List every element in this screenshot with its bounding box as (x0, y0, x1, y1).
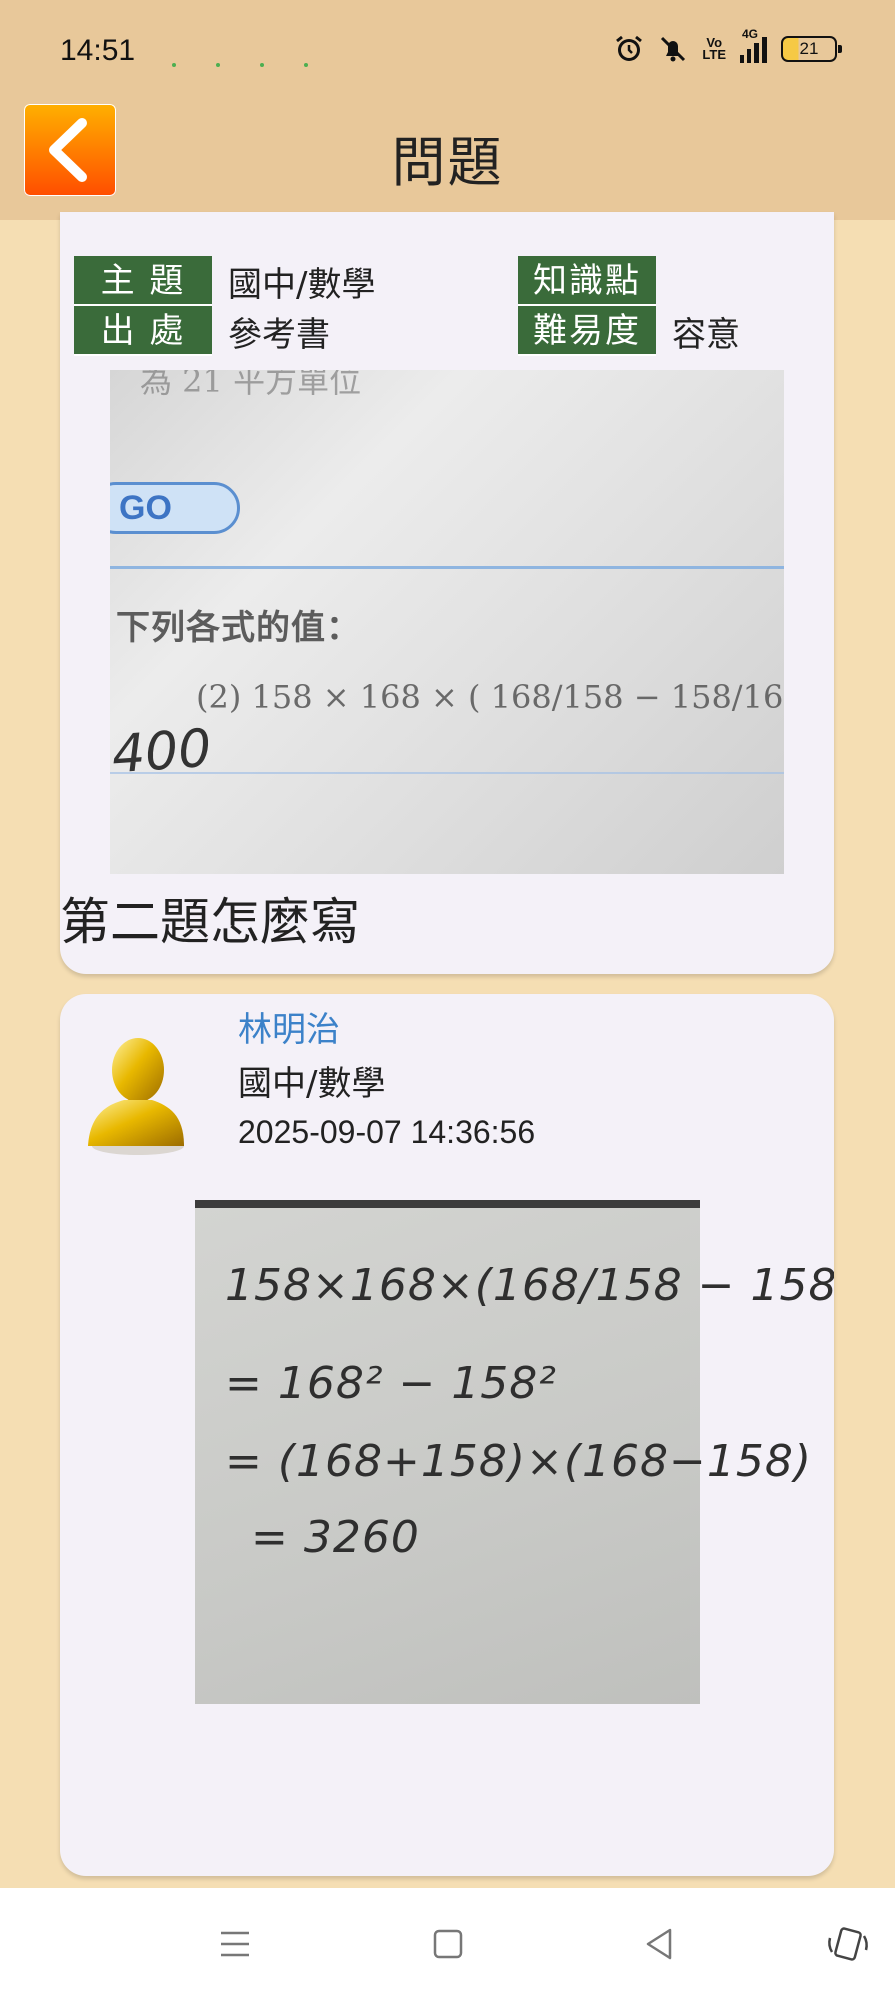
meta-row-topic: 主 題 國中/數學 知識點 (74, 256, 672, 306)
difficulty-value: 容意 (672, 314, 740, 355)
answer-line: 158×168×(168/158 − 158/168) (225, 1260, 834, 1311)
meta-row-source: 出 處 參考書 難易度 容意 (74, 306, 740, 356)
photo-expression: (2) 158 × 168 × ( 168/158 − 158/168 ) (196, 678, 784, 716)
photo-top-text: 為 21 平方單位 (140, 370, 362, 400)
topic-value: 國中/數學 (228, 264, 376, 305)
system-nav-bar (0, 1888, 895, 2000)
mute-icon (661, 36, 686, 62)
question-photo[interactable]: 為 21 平方單位 GO 下列各式的值： (2) 158 × 168 × ( 1… (110, 370, 784, 874)
status-time: 14:51 (60, 34, 136, 67)
battery-icon: 21 (781, 36, 842, 62)
notification-dots (172, 52, 348, 71)
knowledge-label: 知識點 (518, 256, 656, 306)
back-triangle-icon[interactable] (640, 1924, 680, 1964)
alarm-icon (616, 35, 643, 61)
rotate-icon[interactable] (826, 1924, 870, 1964)
answer-datetime: 2025-09-07 14:36:56 (238, 1114, 536, 1150)
answer-line: = (168+158)×(168−158) (225, 1436, 813, 1487)
answer-line: = 3260 (251, 1512, 420, 1563)
page-title: 問題 (391, 131, 504, 194)
difficulty-label: 難易度 (518, 306, 656, 356)
battery-level: 21 (799, 39, 819, 58)
source-label: 出 處 (74, 306, 212, 356)
answer-card: 林明治 國中/數學 2025-09-07 14:36:56 158×168×(1… (60, 994, 834, 1876)
photo-handwritten: 400 (110, 718, 214, 786)
answer-photo[interactable]: 158×168×(168/158 − 158/168) = 168² − 158… (195, 1200, 834, 1704)
question-text: 第二題怎麼寫 (60, 893, 360, 951)
answer-subject: 國中/數學 (238, 1064, 386, 1104)
answer-user-name[interactable]: 林明治 (238, 1002, 340, 1051)
network-label: 4G (742, 27, 759, 41)
menu-icon[interactable] (215, 1924, 255, 1964)
volte-icon: Vo LTE (702, 35, 726, 62)
topic-label: 主 題 (74, 256, 212, 306)
status-icons: Vo LTE 4G 21 (614, 27, 842, 64)
source-value: 參考書 (228, 314, 330, 355)
user-avatar-icon[interactable] (80, 1028, 190, 1158)
signal-icon: 4G (740, 27, 767, 63)
home-icon[interactable] (428, 1924, 468, 1964)
photo-instruction: 下列各式的值： (116, 608, 361, 648)
question-card: 主 題 國中/數學 知識點 出 處 參考書 難易度 容意 為 21 平方單位 G… (60, 212, 834, 974)
answer-line: = 168² − 158² (225, 1358, 557, 1409)
header-bar: 14:51 Vo LTE 4G 21 問題 (0, 0, 895, 220)
photo-go-label: GO (110, 482, 240, 534)
